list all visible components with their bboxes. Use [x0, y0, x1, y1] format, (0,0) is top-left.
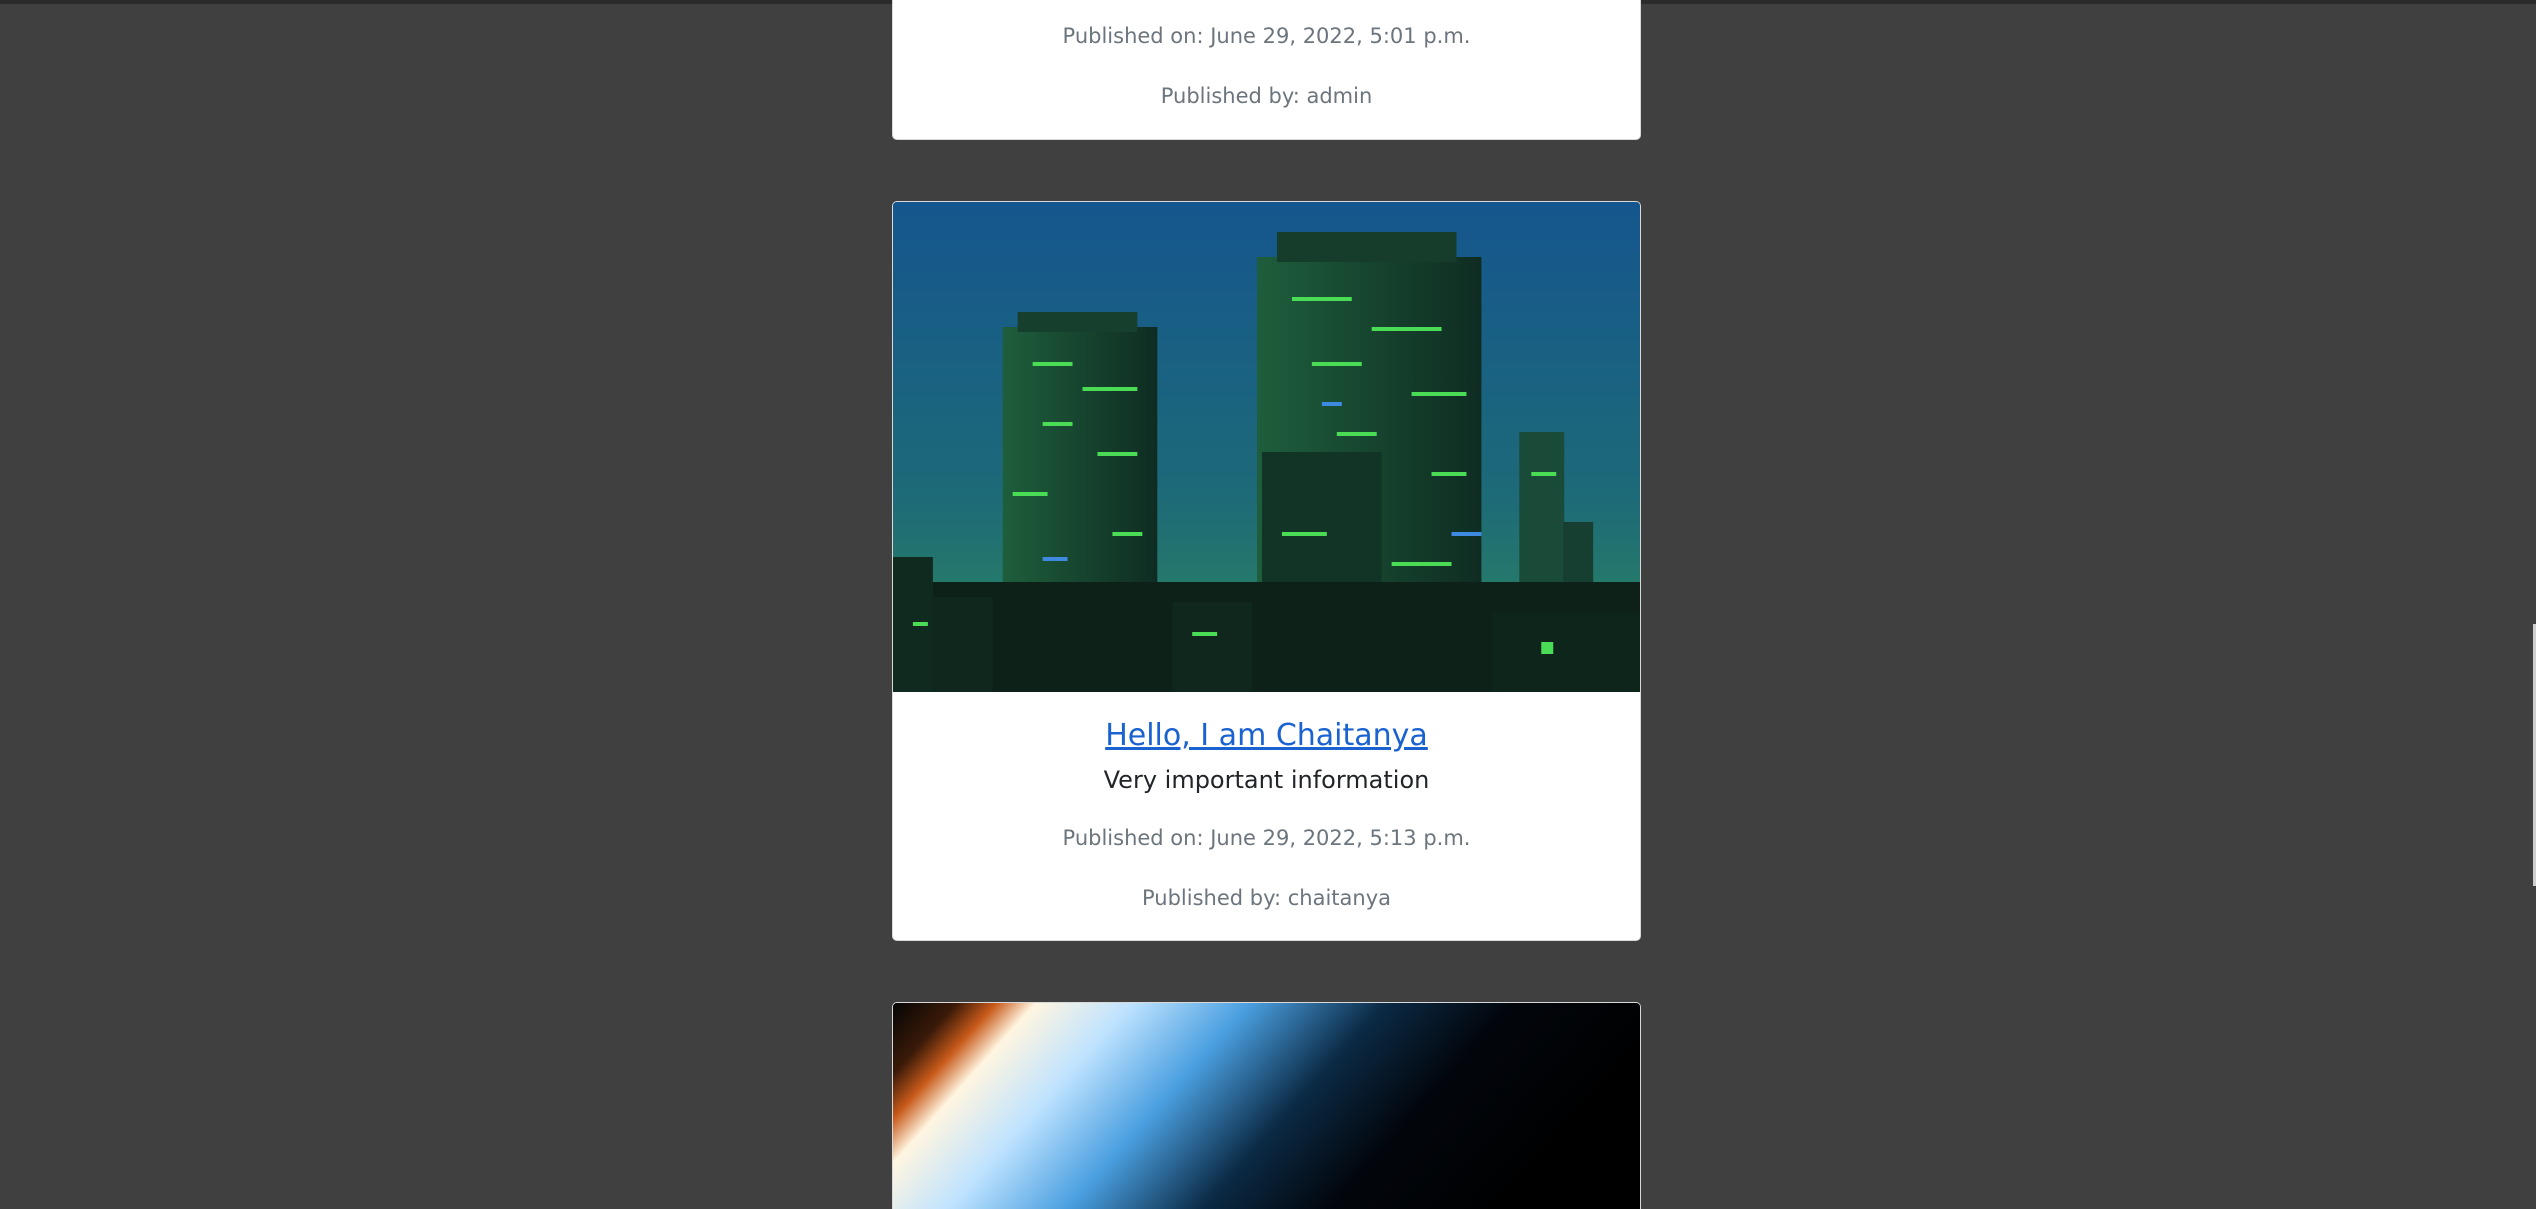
page: Published on: June 29, 2022, 5:01 p.m. P…: [0, 0, 2536, 1209]
post-card: Published on: June 29, 2022, 5:01 p.m. P…: [892, 0, 1641, 140]
post-card-body: Hello, I am Chaitanya Very important inf…: [893, 692, 1640, 940]
published-by: Published by: chaitanya: [1141, 886, 1392, 910]
post-feed: Published on: June 29, 2022, 5:01 p.m. P…: [892, 0, 1641, 1209]
post-card: Hello, I am Chaitanya Very important inf…: [892, 201, 1641, 941]
post-card: [892, 1002, 1641, 1209]
post-image-earth-horizon: [893, 1003, 1640, 1209]
published-on: Published on: June 29, 2022, 5:01 p.m.: [1062, 24, 1471, 48]
published-on: Published on: June 29, 2022, 5:13 p.m.: [1062, 826, 1471, 850]
post-title-link[interactable]: Hello, I am Chaitanya: [1105, 718, 1428, 753]
post-description: Very important information: [1103, 766, 1430, 794]
post-image-city-skyline: [893, 202, 1640, 692]
published-by: Published by: admin: [1160, 84, 1373, 108]
